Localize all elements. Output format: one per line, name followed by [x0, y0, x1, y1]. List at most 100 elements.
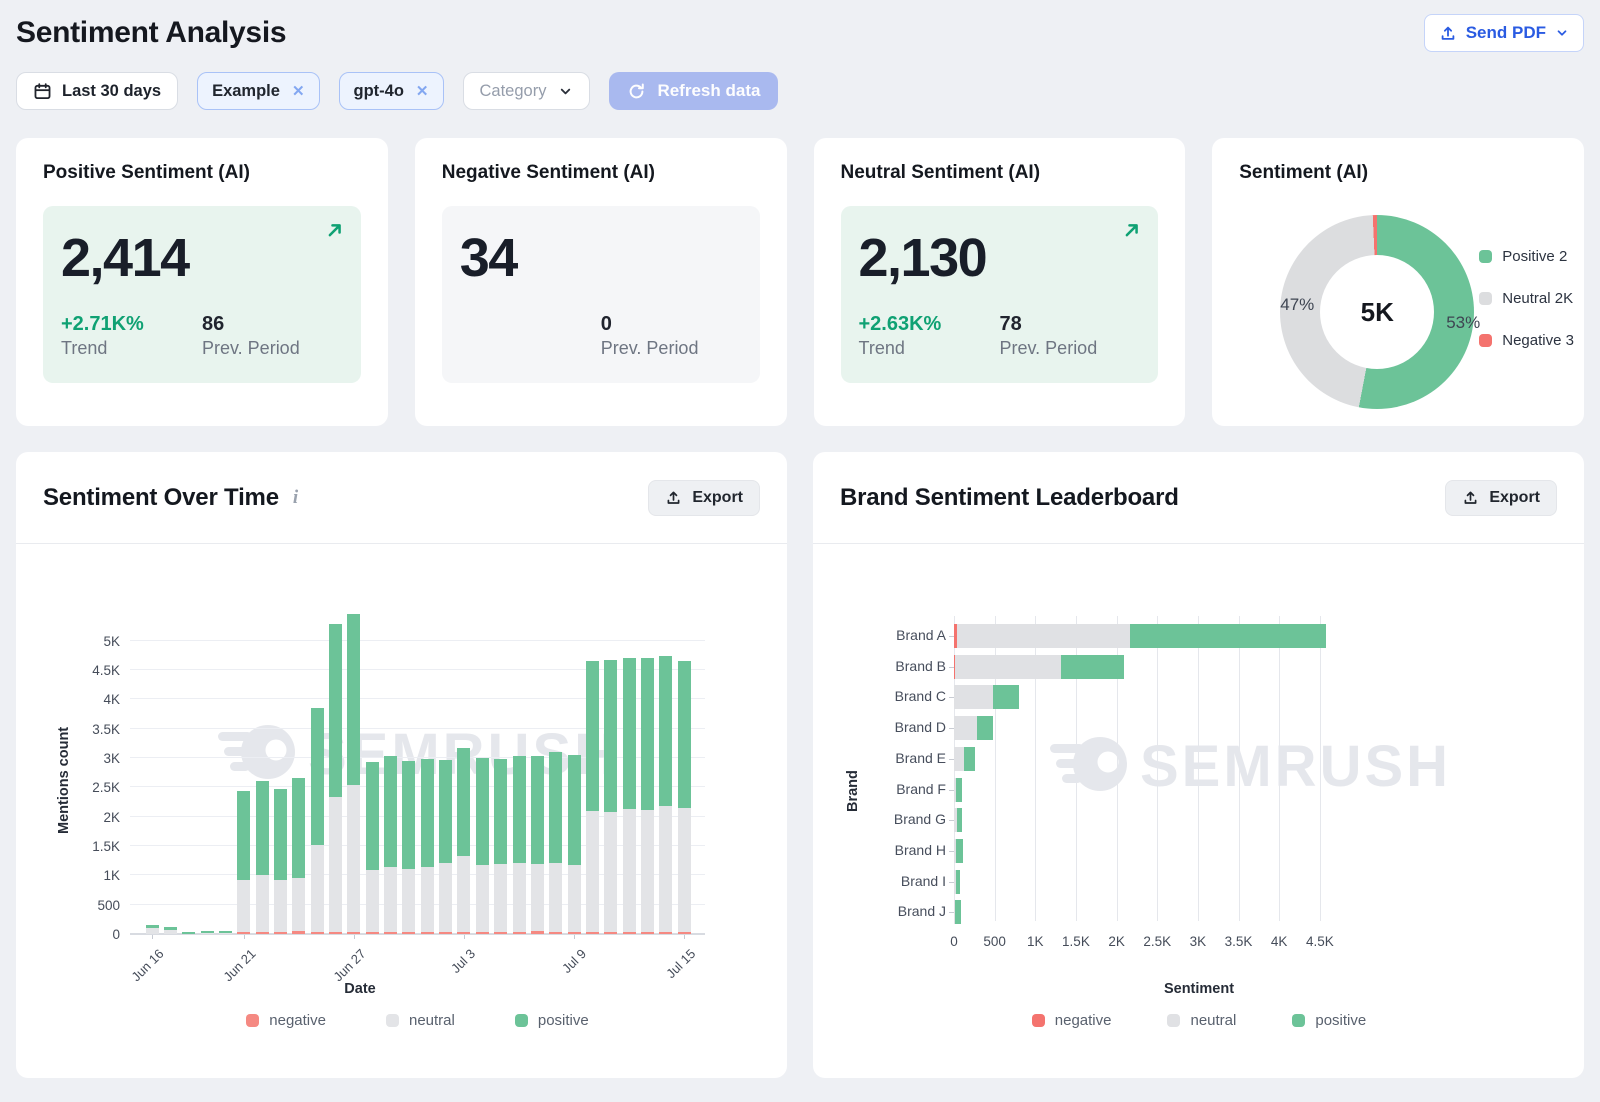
legend-item-negative[interactable]: negative [246, 1012, 326, 1029]
positive-segment [476, 758, 489, 865]
legend-item-neutral[interactable]: neutral [1167, 1012, 1236, 1029]
gridline [1320, 616, 1321, 921]
send-pdf-button[interactable]: Send PDF [1424, 14, 1584, 52]
trend-up-arrow-icon [327, 222, 343, 243]
export-button[interactable]: Export [648, 480, 760, 516]
metric-cards-row: Positive Sentiment (AI) 2,414 +2.71K% Tr… [0, 138, 1600, 426]
neutral-segment [366, 870, 379, 932]
y-tick-label: 5K [64, 634, 120, 649]
y-tick-label: 3.5K [64, 722, 120, 737]
negative-swatch [246, 1014, 259, 1027]
export-label: Export [692, 489, 743, 507]
metric-value: 34 [460, 230, 742, 287]
negative-swatch [1032, 1014, 1045, 1027]
neutral-segment [347, 785, 360, 932]
sentiment-donut-chart: 5K 47% 53% [1280, 215, 1474, 409]
x-tick-label: 2.5K [1135, 934, 1179, 949]
x-tick-label: Jun 21 [220, 946, 258, 984]
gridline [1239, 616, 1240, 921]
y-tick-label: 0 [64, 927, 120, 942]
close-icon[interactable]: ✕ [292, 84, 305, 99]
x-tick-label: 1K [1013, 934, 1057, 949]
prev-period-value: 0 [601, 313, 699, 335]
chevron-down-icon [558, 84, 573, 99]
legend-item-neutral[interactable]: neutral [386, 1012, 455, 1029]
bar-brand-b [954, 655, 1124, 679]
brand-label: Brand I [850, 873, 946, 889]
upload-icon [1462, 489, 1479, 506]
positive-sentiment-card: Positive Sentiment (AI) 2,414 +2.71K% Tr… [16, 138, 388, 426]
chart-title: Brand Sentiment Leaderboard [840, 484, 1179, 512]
prev-period-label: Prev. Period [202, 337, 300, 359]
legend-item-positive[interactable]: positive [515, 1012, 589, 1029]
positive-segment [329, 624, 342, 797]
neutral-swatch [1167, 1014, 1180, 1027]
chip-label: Example [212, 82, 280, 101]
positive-segment [956, 839, 963, 863]
refresh-data-button[interactable]: Refresh data [609, 72, 778, 110]
donut-legend-label: Neutral 2K [1502, 290, 1573, 307]
neutral-segment [384, 867, 397, 932]
export-label: Export [1489, 489, 1540, 507]
positive-segment [678, 661, 691, 808]
positive-segment [659, 656, 672, 806]
positive-segment [549, 752, 562, 863]
donut-positive-percent: 53% [1446, 313, 1480, 333]
positive-segment [531, 756, 544, 864]
close-icon[interactable]: ✕ [416, 84, 429, 99]
upload-icon [665, 489, 682, 506]
gridline [130, 698, 705, 699]
neutral-segment [457, 856, 470, 932]
category-select[interactable]: Category [463, 72, 591, 110]
bar-jul-7 [531, 756, 544, 934]
donut-legend-label: Negative 3 [1502, 332, 1574, 349]
donut-legend-item[interactable]: Neutral 2K [1479, 290, 1584, 307]
x-tick-label: Jun 27 [330, 946, 368, 984]
filter-chip-gpt4o[interactable]: gpt-4o ✕ [339, 72, 444, 110]
card-title: Positive Sentiment (AI) [43, 162, 361, 184]
negative-swatch [1479, 334, 1492, 347]
legend-label: positive [1315, 1012, 1366, 1029]
neutral-segment [237, 880, 250, 932]
legend-item-negative[interactable]: negative [1032, 1012, 1112, 1029]
positive-segment [384, 756, 397, 867]
y-tick-label: 1K [64, 868, 120, 883]
neutral-segment [678, 808, 691, 932]
chevron-down-icon [1555, 26, 1569, 40]
brand-label: Brand F [850, 781, 946, 797]
send-pdf-label: Send PDF [1466, 23, 1546, 43]
legend-item-positive[interactable]: positive [1292, 1012, 1366, 1029]
bar-jun-28 [366, 762, 379, 934]
donut-legend-item[interactable]: Negative 3 [1479, 332, 1584, 349]
x-tick-label: 500 [973, 934, 1017, 949]
positive-segment [604, 660, 617, 812]
positive-swatch [1479, 250, 1492, 263]
prev-period-label: Prev. Period [601, 337, 699, 359]
card-title: Neutral Sentiment (AI) [841, 162, 1159, 184]
y-tick-label: 3K [64, 751, 120, 766]
metric-box: 2,414 +2.71K% Trend 86 Prev. Period [43, 206, 361, 383]
filter-bar: Last 30 days Example ✕ gpt-4o ✕ Category… [0, 72, 1600, 110]
brand-chart-legend: negative neutral positive [954, 1012, 1444, 1029]
donut-legend-item[interactable]: Positive 2 [1479, 248, 1584, 265]
neutral-segment [604, 812, 617, 932]
neutral-segment [513, 863, 526, 932]
date-range-button[interactable]: Last 30 days [16, 72, 178, 110]
bar-jun-29 [384, 756, 397, 934]
positive-segment [977, 716, 993, 740]
brand-leaderboard-card: Brand Sentiment Leaderboard Export [813, 452, 1584, 1078]
bar-jul-12 [623, 658, 636, 934]
neutral-segment [955, 655, 1061, 679]
bar-jul-9 [568, 755, 581, 934]
export-button[interactable]: Export [1445, 480, 1557, 516]
info-icon[interactable]: i [293, 487, 298, 509]
charts-row: Sentiment Over Time i Export [0, 452, 1600, 1078]
legend-label: positive [538, 1012, 589, 1029]
x-tick-label: 3.5K [1217, 934, 1261, 949]
neutral-segment [292, 878, 305, 931]
filter-chip-example[interactable]: Example ✕ [197, 72, 319, 110]
gridline [130, 816, 705, 817]
bar-jul-6 [513, 756, 526, 934]
category-label: Category [480, 82, 547, 101]
x-axis-title: Date [130, 981, 590, 997]
